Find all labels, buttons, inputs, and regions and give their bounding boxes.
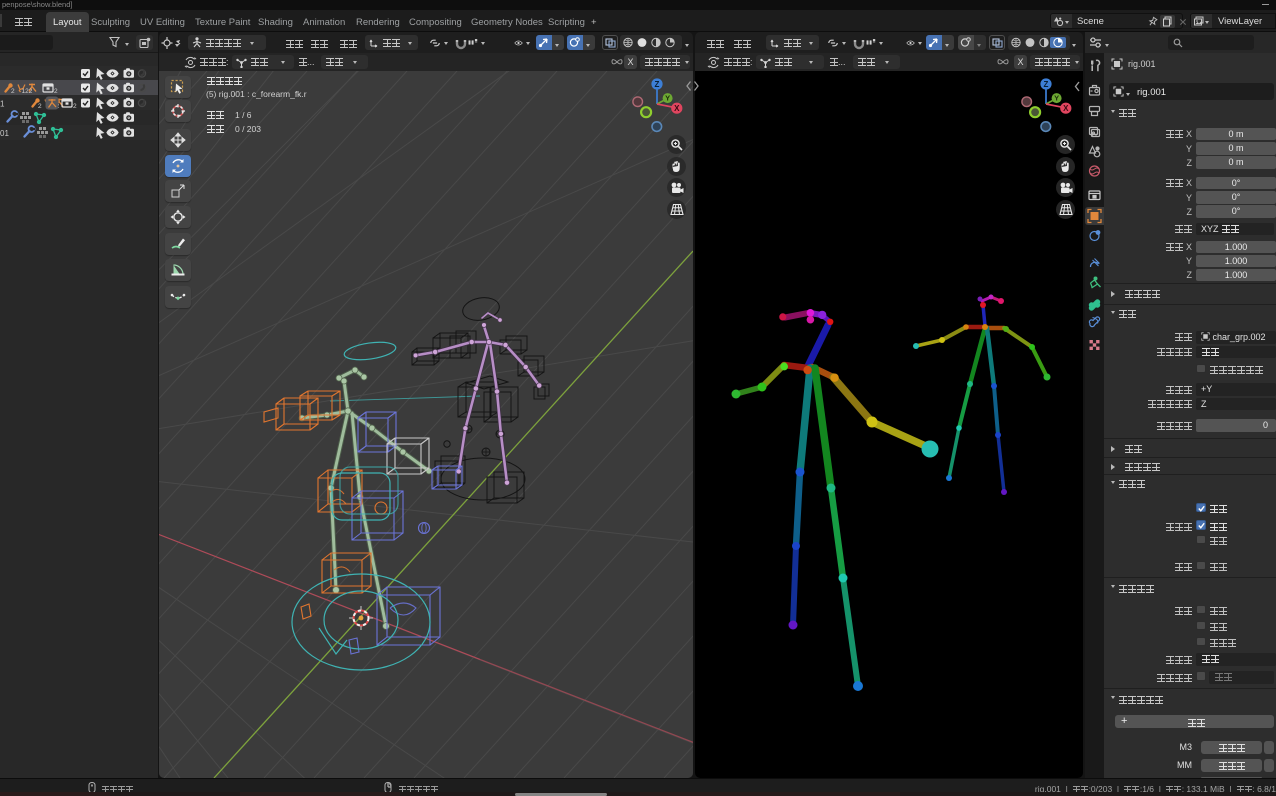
svg-text:1: 1 xyxy=(0,100,5,109)
svg-text:Z: Z xyxy=(1044,80,1049,89)
svg-text:X: X xyxy=(674,104,680,113)
svg-text:122: 122 xyxy=(22,88,33,95)
svg-text:X: X xyxy=(1063,104,1069,113)
svg-text:2: 2 xyxy=(73,103,77,110)
svg-text:2: 2 xyxy=(38,103,42,110)
svg-text:Y: Y xyxy=(1054,94,1059,103)
svg-text:Z: Z xyxy=(655,80,660,89)
svg-text:2: 2 xyxy=(54,88,58,95)
svg-text:01: 01 xyxy=(0,129,9,138)
svg-text:Y: Y xyxy=(665,94,670,103)
